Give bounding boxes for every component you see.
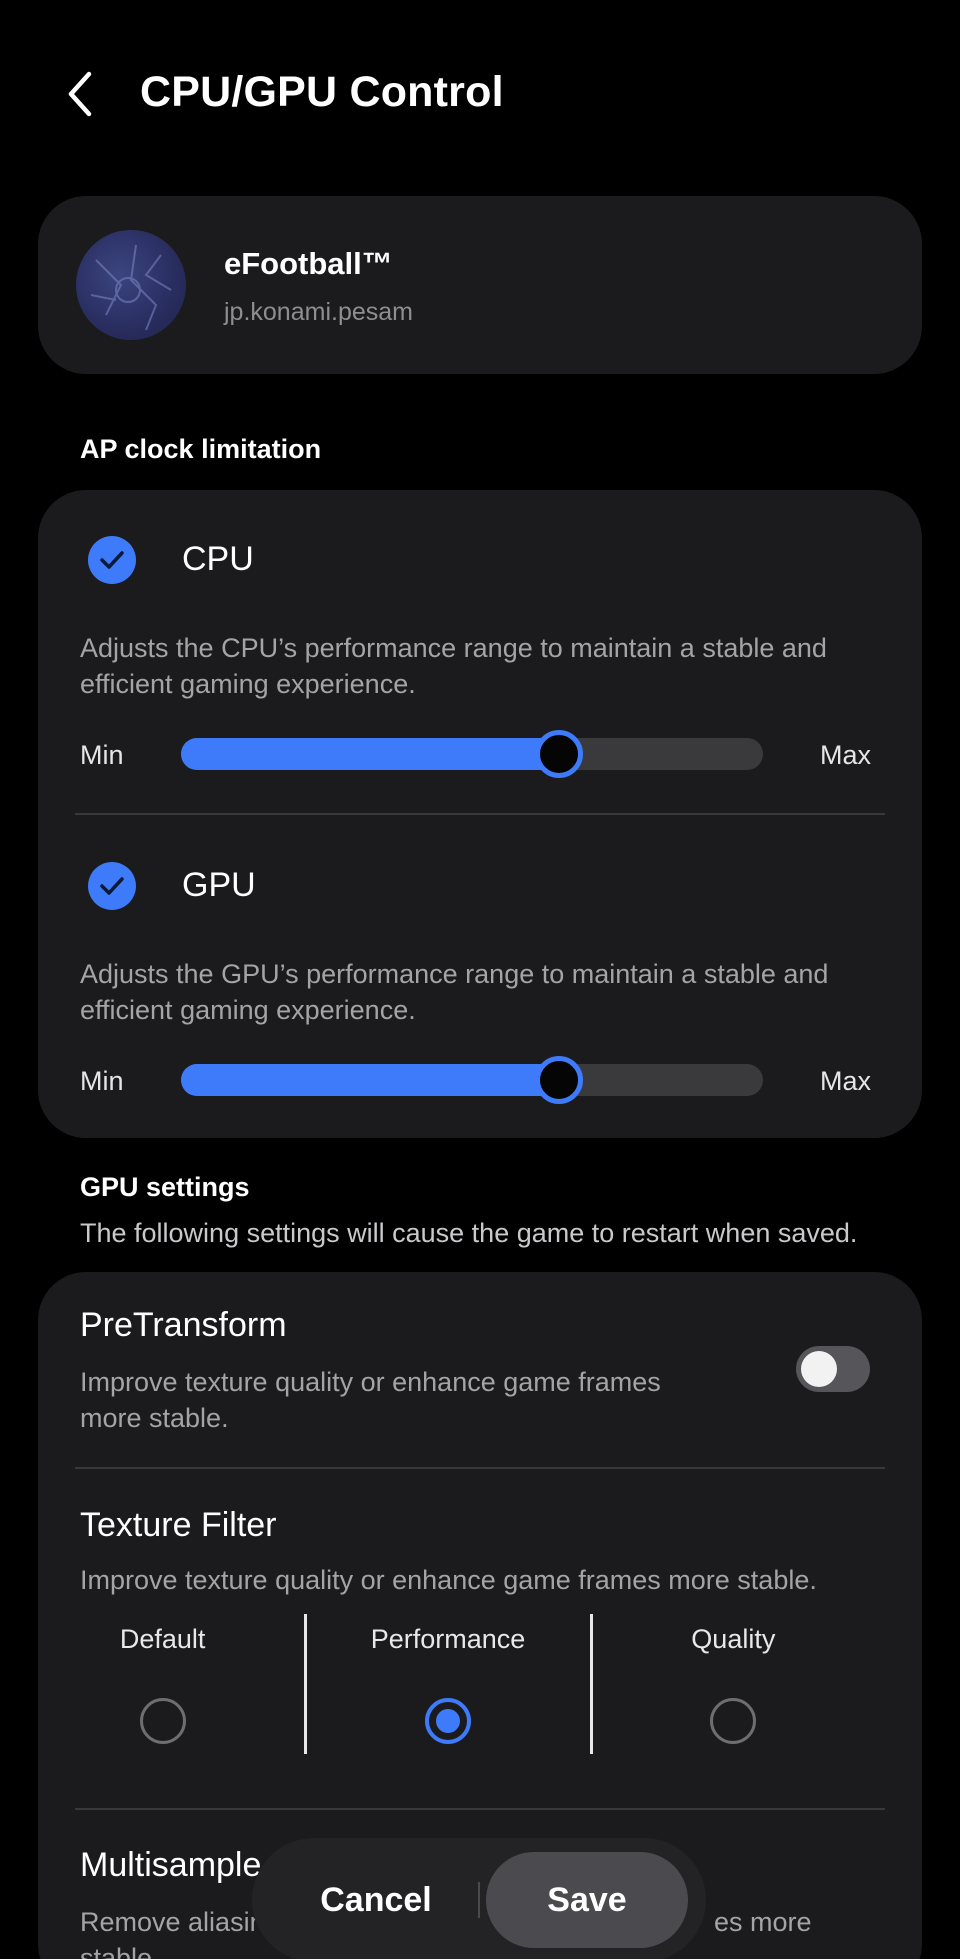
gpu-description: Adjusts the GPU’s performance range to m… — [80, 956, 880, 1028]
save-button[interactable]: Save — [486, 1852, 688, 1948]
cancel-button[interactable]: Cancel — [276, 1852, 476, 1948]
gpu-slider-thumb[interactable] — [535, 1056, 584, 1104]
texture-filter-option-label: Performance — [370, 1624, 526, 1654]
checkmark-icon — [100, 877, 124, 895]
texture-filter-options: Default Performance Quality — [20, 1614, 876, 1754]
app-name: eFootball™ — [224, 246, 393, 281]
cpu-label: CPU — [182, 540, 254, 578]
cpu-slider[interactable] — [181, 730, 763, 778]
cpu-description: Adjusts the CPU’s performance range to m… — [80, 630, 880, 702]
app-card: eFootball™ jp.konami.pesam — [38, 196, 922, 374]
cpu-description-line: efficient gaming experience. — [80, 669, 416, 699]
radio-button-default[interactable] — [139, 1698, 186, 1744]
texture-filter-option-performance[interactable]: Performance — [304, 1614, 590, 1754]
multisample-description-end: es more — [714, 1907, 812, 1937]
texture-filter-title: Texture Filter — [80, 1506, 277, 1544]
cpu-description-line: Adjusts the CPU’s performance range to m… — [80, 633, 827, 663]
pretransform-description: Improve texture quality or enhance game … — [80, 1364, 661, 1436]
gpu-max-label: Max — [820, 1066, 872, 1096]
gpu-min-label: Min — [80, 1066, 124, 1096]
gpu-description-line: efficient gaming experience. — [80, 995, 416, 1025]
cpu-slider-fill — [181, 738, 560, 770]
multisample-description-line2: stable. — [80, 1943, 160, 1959]
divider — [75, 1808, 885, 1810]
pretransform-description-line: Improve texture quality or enhance game … — [80, 1367, 661, 1397]
radio-button-performance[interactable] — [424, 1698, 471, 1744]
gpu-checkbox[interactable] — [88, 862, 136, 910]
multisample-title: Multisample — [80, 1846, 262, 1884]
cpu-gpu-control-screen: CPU/GPU Control eFootball™ jp.konami.pes… — [0, 0, 960, 1959]
cpu-max-label: Max — [820, 740, 872, 770]
gpu-slider[interactable] — [181, 1056, 763, 1104]
checkmark-icon — [100, 551, 124, 569]
ap-clock-section-title: AP clock limitation — [80, 434, 322, 464]
header: CPU/GPU Control — [0, 0, 960, 190]
divider — [75, 813, 885, 815]
action-separator — [478, 1882, 480, 1918]
cpu-slider-thumb[interactable] — [535, 730, 584, 778]
app-package-name: jp.konami.pesam — [224, 298, 413, 326]
cpu-min-label: Min — [80, 740, 124, 770]
gpu-slider-fill — [181, 1064, 560, 1096]
texture-filter-description: Improve texture quality or enhance game … — [80, 1565, 817, 1595]
cpu-checkbox[interactable] — [88, 536, 136, 584]
texture-filter-option-quality[interactable]: Quality — [589, 1614, 876, 1754]
texture-filter-option-label: Quality — [691, 1624, 776, 1654]
action-bar: Cancel Save — [252, 1838, 706, 1959]
back-button[interactable] — [56, 66, 104, 122]
gpu-label: GPU — [182, 866, 256, 904]
toggle-knob — [801, 1351, 837, 1387]
ap-clock-card: CPU Adjusts the CPU’s performance range … — [38, 490, 922, 1138]
texture-filter-option-label: Default — [119, 1624, 206, 1654]
page-title: CPU/GPU Control — [140, 68, 504, 116]
gpu-description-line: Adjusts the GPU’s performance range to m… — [80, 959, 829, 989]
radio-button-quality[interactable] — [710, 1698, 757, 1744]
multisample-description-start: Remove aliasing — [80, 1907, 280, 1937]
pretransform-toggle[interactable] — [796, 1346, 870, 1392]
pretransform-description-line: more stable. — [80, 1403, 229, 1433]
texture-filter-option-default[interactable]: Default — [20, 1614, 305, 1754]
app-icon — [76, 230, 186, 340]
pretransform-title: PreTransform — [80, 1306, 287, 1344]
gpu-settings-section-title: GPU settings — [80, 1172, 250, 1202]
divider — [75, 1467, 885, 1469]
chevron-left-icon — [68, 71, 92, 117]
gpu-settings-subtitle: The following settings will cause the ga… — [80, 1218, 858, 1248]
